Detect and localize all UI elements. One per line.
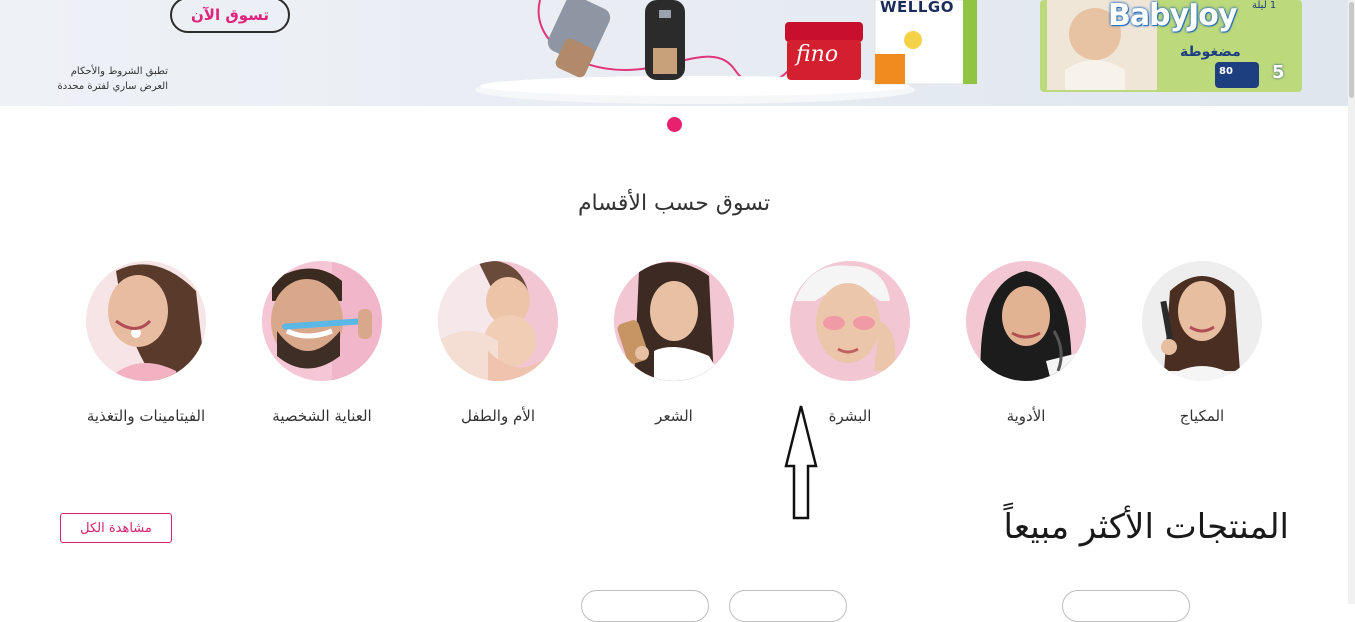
promo-banner[interactable]: تسوق الآن تطبق الشروط والأحكام العرض سار…	[0, 0, 1348, 106]
scrollbar-thumb[interactable]	[1349, 2, 1354, 98]
category-personal-care[interactable]: العناية الشخصية	[237, 261, 407, 441]
category-vitamins[interactable]: الفيتامينات والتغذية	[61, 261, 231, 441]
filter-pill[interactable]	[1062, 590, 1190, 622]
hair-woman-photo	[614, 261, 734, 381]
terms-line: تطبق الشروط والأحكام	[70, 66, 168, 77]
babyjoy-subtitle: مضغوطة	[1180, 44, 1241, 60]
terms-line: العرض ساري لفترة محددة	[57, 81, 168, 92]
arrow-up-icon	[784, 405, 818, 520]
page-scrollbar[interactable]	[1348, 0, 1355, 604]
category-label: الأدوية	[1006, 407, 1046, 425]
babyjoy-brand-text: BabyJoy	[1108, 0, 1237, 33]
view-all-button[interactable]: مشاهدة الكل	[60, 513, 172, 543]
category-label: الأم والطفل	[460, 407, 535, 425]
category-mother-baby[interactable]: الأم والطفل	[413, 261, 583, 441]
medicine-woman-photo	[966, 261, 1086, 381]
categories-title: تسوق حسب الأقسام	[577, 191, 771, 216]
mother-baby-photo	[438, 261, 558, 381]
babyjoy-size: 5	[1272, 62, 1285, 83]
category-label: المكياج	[1179, 407, 1225, 425]
best-sellers-title: المنتجات الأكثر مبيعاً	[1003, 507, 1289, 547]
category-makeup[interactable]: المكياج	[1117, 261, 1287, 441]
personal-care-man-photo	[262, 261, 382, 381]
wellgo-brand-text: WELLGO	[880, 0, 954, 16]
babyjoy-count: 80	[1216, 66, 1236, 77]
skin-woman-photo	[790, 261, 910, 381]
terms-text: تطبق الشروط والأحكام العرض ساري لفترة مح…	[38, 64, 168, 94]
category-hair[interactable]: الشعر	[589, 261, 759, 441]
babyjoy-tag: 1 ليلة	[1252, 0, 1277, 11]
makeup-woman-photo	[1142, 261, 1262, 381]
vitamins-woman-photo	[86, 261, 206, 381]
category-label: الفيتامينات والتغذية	[86, 407, 206, 425]
filter-pill[interactable]	[729, 590, 847, 622]
shop-now-button[interactable]: تسوق الآن	[170, 0, 290, 33]
filter-pill[interactable]	[581, 590, 709, 622]
carousel-dot-active[interactable]	[667, 117, 682, 132]
category-label: الشعر	[655, 407, 693, 425]
category-medicines[interactable]: الأدوية	[941, 261, 1111, 441]
category-label: العناية الشخصية	[272, 407, 372, 425]
fino-brand-text: fino	[796, 42, 839, 67]
